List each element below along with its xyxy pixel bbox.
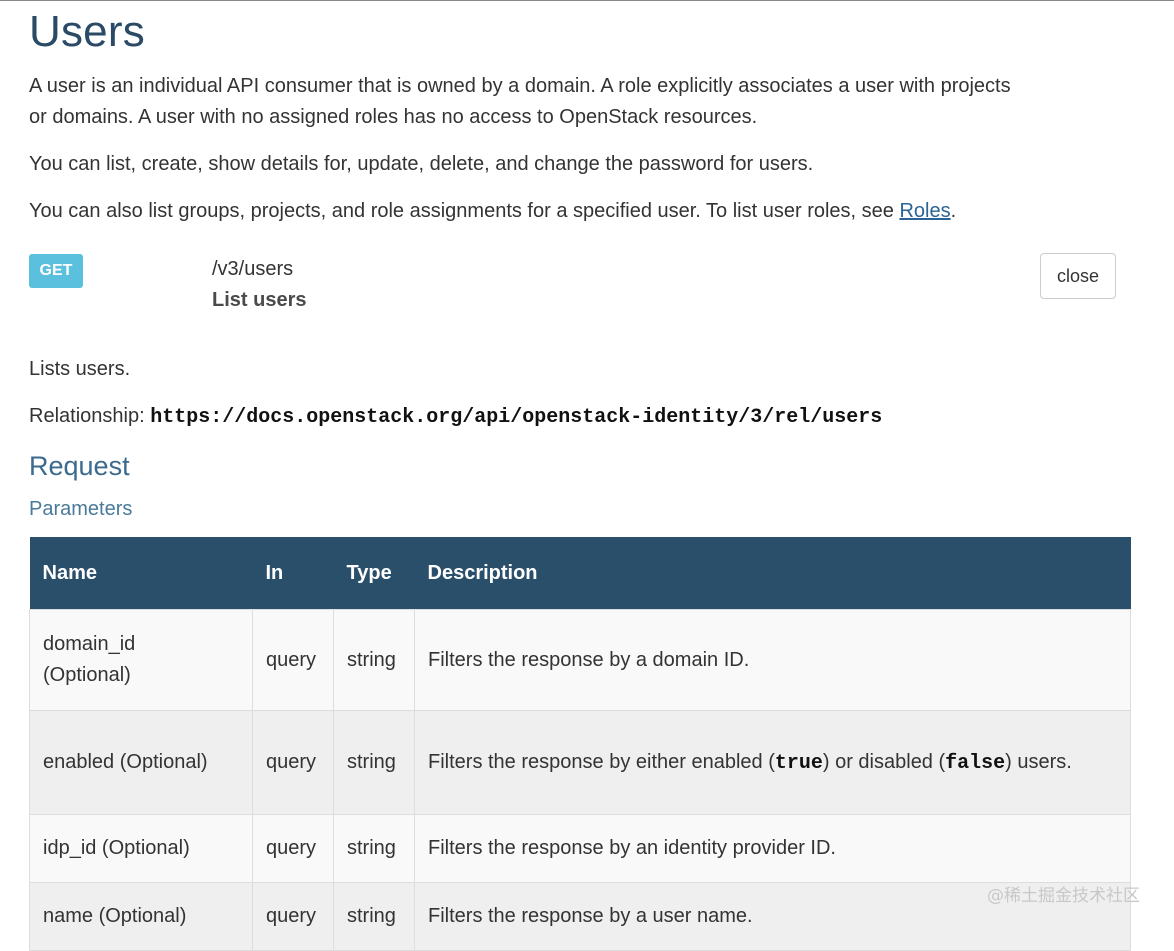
- table-row: idp_id (Optional) query string Filters t…: [29, 814, 1131, 883]
- param-description: Filters the response by a domain ID.: [414, 609, 1131, 711]
- param-desc-part: Filters the response by either enabled (: [428, 750, 775, 773]
- watermark: @稀土掘金技术社区: [987, 886, 1140, 906]
- column-header-in: In: [252, 537, 334, 610]
- table-header-row: Name In Type Description: [29, 537, 1131, 610]
- param-in: query: [252, 710, 334, 815]
- parameters-table: Name In Type Description domain_id (Optio…: [29, 537, 1131, 951]
- table-row: enabled (Optional) query string Filters …: [29, 710, 1131, 815]
- intro-3-prefix: You can also list groups, projects, and …: [29, 200, 900, 222]
- relationship: Relationship: https://docs.openstack.org…: [29, 401, 882, 433]
- param-description: Filters the response by either enabled (…: [414, 710, 1131, 815]
- close-button[interactable]: close: [1040, 253, 1116, 299]
- endpoint-header[interactable]: GET /v3/users List users close: [29, 253, 1116, 324]
- table-row: domain_id (Optional) query string Filters…: [29, 609, 1131, 711]
- parameters-heading: Parameters: [29, 498, 133, 520]
- endpoint-description: Lists users.: [29, 358, 131, 380]
- param-in: query: [252, 882, 334, 951]
- param-type: string: [333, 609, 415, 711]
- param-type: string: [333, 814, 415, 883]
- param-type: string: [333, 882, 415, 951]
- intro-paragraph-1: A user is an individual API consumer tha…: [29, 75, 1011, 128]
- relationship-url: https://docs.openstack.org/api/openstack…: [150, 406, 883, 429]
- intro-paragraph-3: You can also list groups, projects, and …: [29, 196, 956, 227]
- method-badge: GET: [29, 254, 83, 288]
- param-optional-text: (Optional): [43, 664, 131, 686]
- intro-3-suffix: .: [950, 200, 957, 222]
- param-description: Filters the response by an identity prov…: [414, 814, 1131, 883]
- column-header-name: Name: [29, 537, 253, 610]
- param-name: idp_id (Optional): [29, 814, 253, 883]
- table-row: name (Optional) query string Filters the…: [29, 882, 1131, 951]
- param-in: query: [252, 814, 334, 883]
- param-name-text: domain_id: [43, 633, 136, 655]
- request-heading: Request: [29, 451, 130, 481]
- param-name: enabled (Optional): [29, 710, 253, 815]
- endpoint-name: List users: [212, 289, 307, 311]
- param-name: domain_id (Optional): [29, 609, 253, 711]
- param-keyword-true: true: [774, 751, 823, 775]
- param-in: query: [252, 609, 334, 711]
- column-header-type: Type: [333, 537, 415, 610]
- intro-paragraph-2: You can list, create, show details for, …: [29, 153, 814, 175]
- relationship-label: Relationship:: [29, 405, 151, 427]
- param-type: string: [333, 710, 415, 815]
- param-name: name (Optional): [29, 882, 253, 951]
- endpoint-path: /v3/users: [212, 258, 294, 280]
- param-desc-part: ) or disabled (: [822, 750, 946, 773]
- column-header-description: Description: [414, 537, 1131, 610]
- roles-link[interactable]: Roles: [899, 200, 950, 222]
- page-title: Users: [29, 7, 145, 56]
- param-keyword-false: false: [945, 751, 1006, 775]
- param-desc-part: ) users.: [1005, 750, 1072, 773]
